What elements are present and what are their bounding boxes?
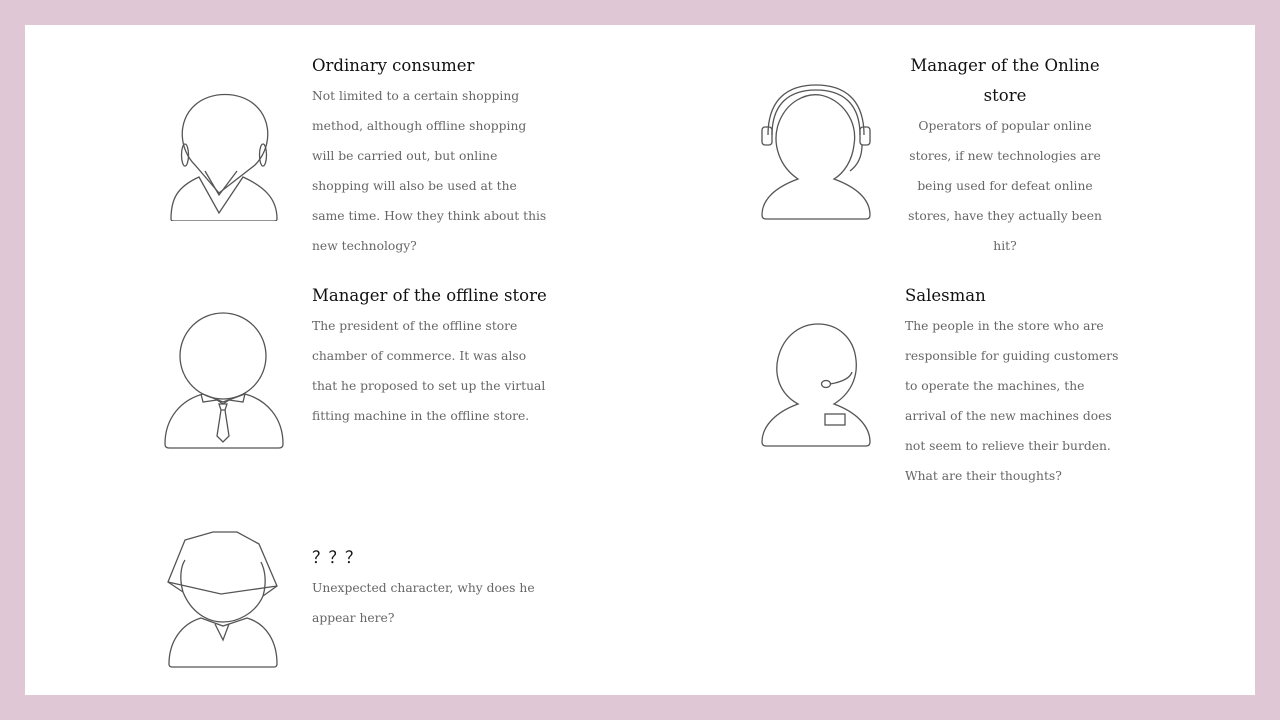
persona-title: ？？？ <box>312 548 362 567</box>
businessman-tie-icon <box>163 312 285 452</box>
headset-operator-icon <box>758 83 878 223</box>
persona-title: Manager of the Online store <box>910 56 1100 105</box>
slide: Ordinary consumer Not limited to a certa… <box>25 25 1255 695</box>
persona-description: The people in the store who are responsi… <box>905 319 1119 483</box>
female-consumer-icon <box>165 91 285 221</box>
persona-salesman: Salesman The people in the store who are… <box>905 281 1125 491</box>
persona-title: Manager of the offline store <box>312 286 547 305</box>
persona-offline-store-manager: Manager of the offline store The preside… <box>312 281 552 431</box>
persona-unknown: ？？？ Unexpected character, why does he ap… <box>312 543 552 633</box>
persona-description: Unexpected character, why does he appear… <box>312 581 535 625</box>
hooded-mystery-icon <box>165 530 285 670</box>
persona-title: Ordinary consumer <box>312 56 475 75</box>
persona-description: Not limited to a certain shopping method… <box>312 89 547 253</box>
persona-description: Operators of popular online stores, if n… <box>908 119 1102 253</box>
persona-online-store-manager: Manager of the Online store Operators of… <box>897 51 1113 261</box>
salesman-badge-icon <box>758 322 878 452</box>
persona-description: The president of the offline store chamb… <box>312 319 546 423</box>
persona-title: Salesman <box>905 286 986 305</box>
persona-ordinary-consumer: Ordinary consumer Not limited to a certa… <box>312 51 552 261</box>
